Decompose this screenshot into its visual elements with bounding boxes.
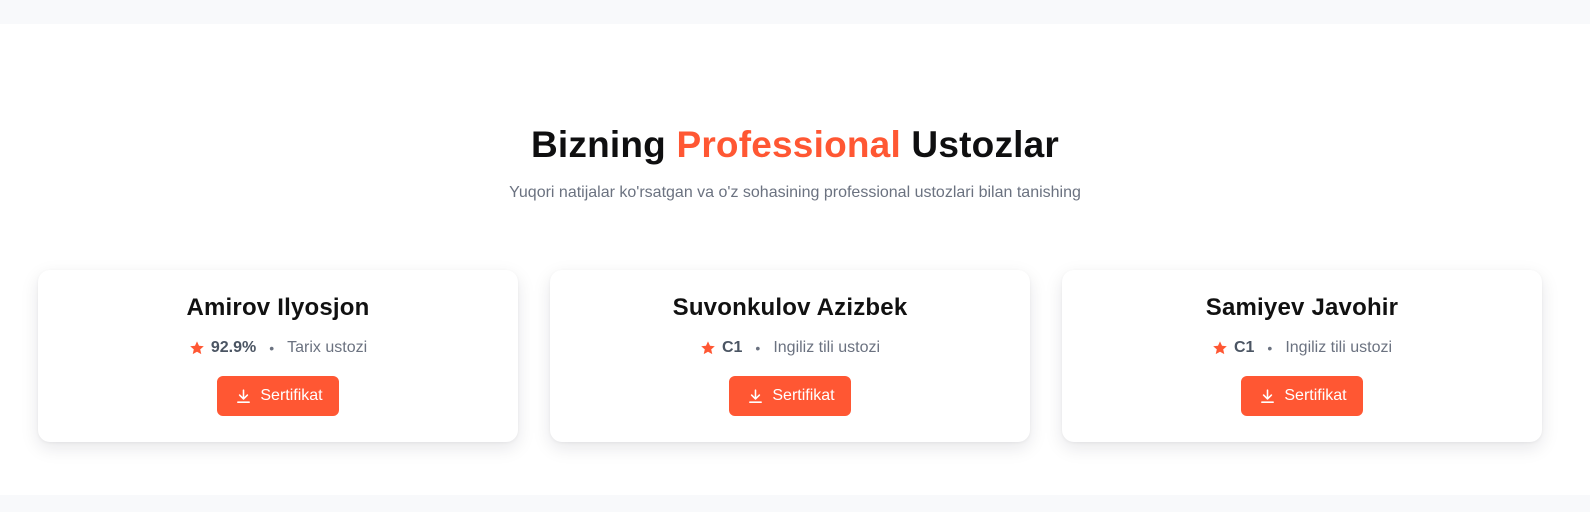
teachers-section: Bizning Professional Ustozlar Yuqori nat… [0, 24, 1590, 495]
teacher-meta: C1 • Ingiliz tili ustozi [1212, 338, 1392, 358]
meta-separator: • [1267, 340, 1273, 356]
teacher-score: C1 [721, 339, 743, 356]
teacher-name: Samiyev Javohir [1205, 294, 1399, 321]
teacher-meta: 92.9% • Tarix ustozi [189, 338, 367, 358]
teacher-name: Suvonkulov Azizbek [672, 294, 908, 321]
heading-part-2: Ustozlar [911, 124, 1059, 165]
download-icon [749, 388, 763, 403]
star-icon [701, 341, 715, 355]
certificate-button-label: Sertifikat [772, 387, 835, 404]
teacher-card: Suvonkulov Azizbek C1 • Ingiliz tili ust… [550, 270, 1030, 442]
heading-part-1: Bizning [530, 124, 666, 165]
heading-accent: Professional [676, 124, 901, 165]
star-icon [190, 341, 204, 355]
certificate-button[interactable]: Sertifikat [217, 376, 339, 416]
section-subtitle: Yuqori natijalar ko'rsatgan va o'z sohas… [509, 184, 1081, 201]
certificate-button[interactable]: Sertifikat [729, 376, 851, 416]
teacher-subject: Ingiliz tili ustozi [1285, 339, 1393, 356]
meta-separator: • [755, 340, 761, 356]
teacher-subject: Tarix ustozi [287, 339, 368, 356]
teacher-subject: Ingiliz tili ustozi [773, 339, 881, 356]
meta-separator: • [269, 340, 275, 356]
teacher-meta: C1 • Ingiliz tili ustozi [700, 338, 880, 358]
teacher-card: Amirov Ilyosjon 92.9% • Tarix ustozi Ser… [38, 270, 518, 442]
teacher-card: Samiyev Javohir C1 • Ingiliz tili ustozi… [1062, 270, 1542, 442]
certificate-button-label: Sertifikat [260, 387, 323, 404]
teacher-score: C1 [1233, 339, 1255, 356]
teacher-name: Amirov Ilyosjon [186, 294, 370, 321]
teacher-score: 92.9% [210, 339, 257, 356]
download-icon [237, 388, 251, 403]
section-heading: Bizning Professional Ustozlar [0, 124, 1590, 166]
certificate-button-label: Sertifikat [1284, 387, 1347, 404]
star-icon [1213, 341, 1227, 355]
certificate-button[interactable]: Sertifikat [1241, 376, 1363, 416]
download-icon [1261, 388, 1275, 403]
teacher-cards: Amirov Ilyosjon 92.9% • Tarix ustozi Ser… [38, 270, 1544, 442]
